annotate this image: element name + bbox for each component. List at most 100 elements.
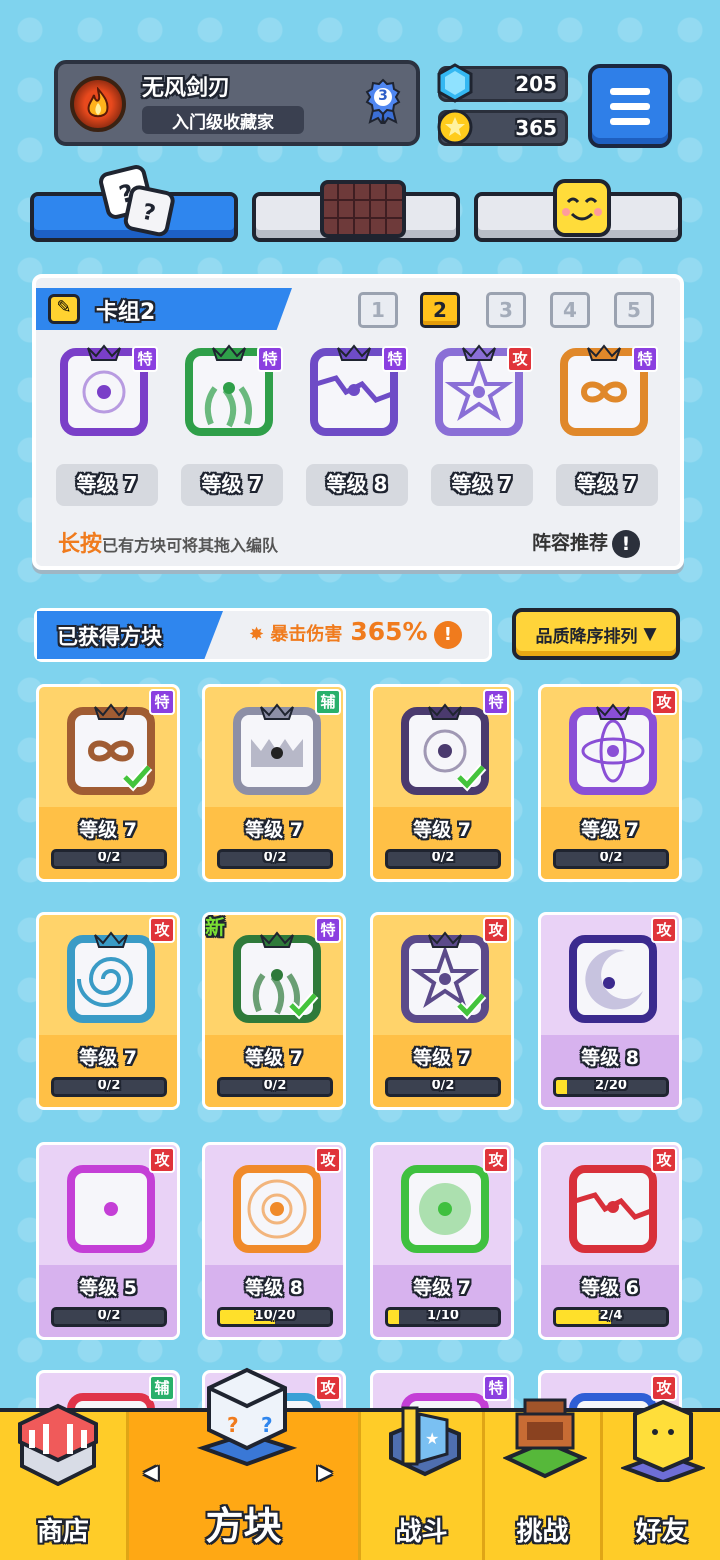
block-card[interactable]: 攻等级 5 0/2 xyxy=(36,1142,180,1340)
block-card[interactable]: 攻等级 7 0/2 xyxy=(36,912,180,1110)
lineup-recommend-button[interactable]: 阵容推荐! xyxy=(532,528,641,558)
nav-challenge[interactable]: 挑战 xyxy=(482,1398,600,1560)
upgrade-progress-text: 0/2 xyxy=(431,850,455,865)
coin-counter[interactable]: 365 xyxy=(437,109,568,146)
upgrade-progress-text: 0/2 xyxy=(97,1308,121,1323)
deck-card[interactable]: 特 xyxy=(556,344,660,452)
block-art-icon xyxy=(63,931,159,1027)
gem-icon xyxy=(437,63,473,103)
tab-emoji[interactable] xyxy=(474,179,682,242)
block-card[interactable]: 特等级 7 0/2 xyxy=(370,684,514,882)
nav-friends[interactable]: 好友 xyxy=(600,1399,720,1560)
player-name: 无风剑刃 xyxy=(142,76,231,101)
svg-text:★: ★ xyxy=(425,1429,439,1448)
sort-quality-dropdown[interactable]: 品质降序排列 ▼ xyxy=(512,608,680,660)
card-type-tag: 辅 xyxy=(315,689,341,715)
block-card[interactable]: 辅等级 7 0/2 xyxy=(202,684,346,882)
deck-card[interactable]: 特 xyxy=(181,344,285,452)
nav-prev-arrow-icon[interactable]: ◀ xyxy=(144,1462,158,1483)
svg-text:?: ? xyxy=(261,1413,273,1437)
card-type-tag: 攻 xyxy=(149,1147,175,1173)
crit-info-icon[interactable]: ! xyxy=(433,621,462,649)
block-level: 等级 6 xyxy=(581,1277,639,1299)
block-card[interactable]: 特 新等级 7 0/2 xyxy=(202,912,346,1110)
upgrade-progress-bar: 0/2 xyxy=(217,849,333,869)
nav-shop[interactable]: 商店 xyxy=(0,1403,126,1560)
block-level: 等级 8 xyxy=(581,1047,639,1069)
nav-challenge-label: 挑战 xyxy=(516,1517,569,1547)
block-card[interactable]: 攻等级 7 0/2 xyxy=(370,912,514,1110)
upgrade-progress-bar: 0/2 xyxy=(217,1077,333,1097)
crit-damage-info[interactable]: ✸ 暴击伤害 365% ! xyxy=(249,617,462,649)
upgrade-progress-bar: 10/20 xyxy=(217,1307,333,1327)
block-art-icon xyxy=(565,1161,661,1257)
tab-board[interactable] xyxy=(252,180,460,242)
gem-counter[interactable]: 205 xyxy=(437,63,568,103)
player-title: 入门级收藏家 xyxy=(142,106,304,134)
deck-label: 卡组2 xyxy=(96,300,156,325)
hint-long-press: 长按 xyxy=(58,532,103,557)
deck-number-1[interactable]: 1 xyxy=(358,292,398,328)
edit-pencil-icon[interactable]: ✎ xyxy=(48,294,80,324)
deck-card-level: 等级 7 xyxy=(181,464,283,506)
deck-number-5[interactable]: 5 xyxy=(614,292,654,328)
nav-next-arrow-icon[interactable]: ▶ xyxy=(318,1462,332,1483)
card-type-tag: 特 xyxy=(257,346,283,372)
block-card[interactable]: 攻等级 7 0/2 xyxy=(538,684,682,882)
deck-card[interactable]: 特 xyxy=(56,344,160,452)
friends-block-icon xyxy=(621,1399,705,1482)
recommend-label: 阵容推荐 xyxy=(532,532,609,554)
upgrade-progress-bar: 0/2 xyxy=(385,849,501,869)
block-card[interactable]: 特等级 7 0/2 xyxy=(36,684,180,882)
deck-card[interactable]: 特 xyxy=(306,344,410,452)
obtained-bar: 已获得方块 ✸ 暴击伤害 365% ! xyxy=(34,608,492,662)
info-icon: ! xyxy=(612,529,641,558)
block-level: 等级 7 xyxy=(79,1047,137,1069)
card-type-tag: 攻 xyxy=(315,1375,341,1401)
svg-text:?: ? xyxy=(227,1413,239,1437)
nav-battle[interactable]: ★ 战斗 xyxy=(358,1406,482,1560)
block-card[interactable]: 攻等级 8 2/20 xyxy=(538,912,682,1110)
block-card[interactable]: 攻等级 6 2/4 xyxy=(538,1142,682,1340)
tab-dice[interactable]: ? ? xyxy=(30,165,238,242)
upgrade-progress-bar: 0/2 xyxy=(51,1077,167,1097)
crit-burst-icon: ✸ xyxy=(249,624,265,645)
nav-blocks[interactable]: ? ? 方块 xyxy=(126,1367,358,1560)
deck-card-level: 等级 7 xyxy=(431,464,533,506)
deck-number-4[interactable]: 4 xyxy=(550,292,590,328)
deck-label-banner[interactable]: ✎ 卡组2 xyxy=(36,288,292,330)
deck-number-2[interactable]: 2 xyxy=(420,292,460,328)
card-type-tag: 攻 xyxy=(483,917,509,943)
block-level: 等级 7 xyxy=(245,819,303,841)
card-type-tag: 攻 xyxy=(149,917,175,943)
rank-badge-icon[interactable]: 3 xyxy=(364,78,402,127)
new-badge: 新 xyxy=(205,915,225,939)
upgrade-progress-text: 10/20 xyxy=(254,1308,296,1323)
block-card[interactable]: 攻等级 8 10/20 xyxy=(202,1142,346,1340)
avatar-fire-icon[interactable] xyxy=(70,76,126,132)
menu-hamburger-icon[interactable] xyxy=(588,64,672,148)
block-level: 等级 8 xyxy=(245,1277,303,1299)
card-type-tag: 特 xyxy=(632,346,658,372)
gem-count: 205 xyxy=(515,72,557,96)
card-type-tag: 特 xyxy=(149,689,175,715)
deck-panel: ✎ 卡组2 1 2 3 4 5 特等级 7 特等级 7 特等级 8 攻等级 7 特等级 … xyxy=(32,274,684,570)
block-art-icon xyxy=(397,1161,493,1257)
deck-card[interactable]: 攻 xyxy=(431,344,535,452)
block-art-icon xyxy=(397,703,493,799)
sword-shield-icon: ★ xyxy=(389,1406,461,1477)
crit-label: 暴击伤害 xyxy=(270,624,343,645)
block-art-icon xyxy=(229,703,325,799)
obtained-label: 已获得方块 xyxy=(57,625,162,649)
block-level: 等级 7 xyxy=(79,819,137,841)
profile-panel[interactable]: 无风剑刃 入门级收藏家 3 xyxy=(54,60,420,146)
upgrade-progress-bar: 2/20 xyxy=(553,1077,669,1097)
card-type-tag: 攻 xyxy=(507,346,533,372)
block-card[interactable]: 攻等级 7 1/10 xyxy=(370,1142,514,1340)
upgrade-progress-bar: 0/2 xyxy=(51,849,167,869)
deck-number-3[interactable]: 3 xyxy=(486,292,526,328)
block-art-icon xyxy=(229,1161,325,1257)
card-type-tag: 辅 xyxy=(149,1375,175,1401)
upgrade-progress-text: 0/2 xyxy=(97,1078,121,1093)
card-type-tag: 特 xyxy=(382,346,408,372)
